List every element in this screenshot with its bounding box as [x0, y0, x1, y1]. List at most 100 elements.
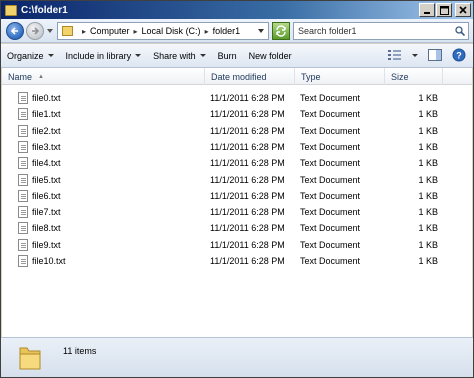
file-size: 1 KB	[418, 174, 438, 185]
breadcrumb-folder1[interactable]: folder1	[213, 26, 241, 36]
text-file-icon	[18, 140, 28, 153]
file-row[interactable]: file1.txt 11/1/2011 6:28 PM Text Document 1…	[2, 106, 472, 122]
window-controls	[418, 3, 471, 17]
file-name: file2.txt	[32, 125, 61, 136]
share-with-menu[interactable]: Share with	[147, 46, 212, 66]
chevron-right-icon[interactable]: ▸	[205, 27, 209, 36]
chevron-down-icon	[199, 54, 206, 57]
file-row[interactable]: file10.txt 11/1/2011 6:28 PM Text Document…	[2, 253, 472, 269]
include-in-library-label: Include in library	[65, 50, 132, 61]
file-row[interactable]: file4.txt 11/1/2011 6:28 PM Text Document 1…	[2, 155, 472, 171]
file-date-modified: 11/1/2011 6:28 PM	[210, 190, 285, 201]
view-list-icon	[388, 50, 401, 60]
file-size: 1 KB	[418, 256, 438, 266]
preview-pane-button[interactable]	[427, 47, 443, 63]
change-view-button[interactable]	[387, 47, 403, 63]
file-name: file7.txt	[32, 207, 61, 218]
column-header-size[interactable]: Size	[385, 68, 443, 85]
organize-menu[interactable]: Organize	[1, 46, 60, 66]
file-date-modified: 11/1/2011 6:28 PM	[210, 223, 285, 234]
file-row[interactable]: file2.txt 11/1/2011 6:28 PM Text Document 1…	[2, 123, 472, 139]
burn-label: Burn	[217, 50, 237, 61]
text-file-icon	[18, 189, 28, 202]
title-bar[interactable]: C:\folder1	[1, 1, 473, 19]
chevron-down-icon	[135, 54, 142, 57]
file-type: Text Document	[300, 93, 361, 103]
file-row[interactable]: file7.txt 11/1/2011 6:28 PM Text Document 1…	[2, 204, 472, 220]
explorer-window: C:\folder1 ▸ Computer ▸ Local Disk (C:) …	[0, 0, 474, 378]
file-type: Text Document	[300, 223, 361, 234]
file-name: file8.txt	[32, 223, 61, 234]
search-box[interactable]	[293, 22, 469, 40]
recent-pages-dropdown[interactable]	[47, 29, 53, 33]
column-header-date-modified[interactable]: Date modified	[205, 68, 295, 85]
column-header-type[interactable]: Type	[295, 68, 385, 85]
chevron-down-icon	[47, 54, 54, 57]
text-file-icon	[18, 157, 28, 170]
file-row[interactable]: file9.txt 11/1/2011 6:28 PM Text Document 1…	[2, 237, 472, 253]
chevron-down-icon	[412, 53, 418, 57]
window-title: C:\folder1	[21, 4, 68, 16]
file-size: 1 KB	[418, 239, 438, 250]
file-date-modified: 11/1/2011 6:28 PM	[210, 239, 285, 250]
new-folder-button[interactable]: New folder	[243, 46, 298, 66]
file-date-modified: 11/1/2011 6:28 PM	[210, 109, 285, 120]
arrow-left-icon	[10, 27, 18, 35]
forward-button[interactable]	[26, 22, 44, 40]
text-file-icon	[18, 92, 28, 104]
chevron-right-icon[interactable]: ▸	[82, 27, 86, 36]
column-type-label: Type	[301, 71, 321, 82]
status-bar: 11 items	[1, 337, 473, 377]
file-name: file3.txt	[32, 141, 61, 152]
file-type: Text Document	[300, 207, 361, 218]
chevron-right-icon[interactable]: ▸	[134, 27, 138, 36]
file-date-modified: 11/1/2011 6:28 PM	[210, 174, 285, 185]
sort-ascending-icon: ▲	[38, 73, 44, 80]
minimize-button[interactable]	[419, 3, 435, 17]
file-size: 1 KB	[418, 141, 438, 152]
file-row[interactable]: file8.txt 11/1/2011 6:28 PM Text Document 1…	[2, 220, 472, 236]
include-in-library-menu[interactable]: Include in library	[60, 46, 148, 66]
view-controls: ?	[387, 47, 467, 63]
file-type: Text Document	[300, 141, 361, 152]
file-size: 1 KB	[418, 125, 438, 136]
refresh-button[interactable]	[272, 22, 290, 40]
breadcrumb-computer[interactable]: Computer	[90, 26, 130, 36]
back-button[interactable]	[6, 22, 24, 40]
column-name-label: Name	[8, 71, 33, 82]
breadcrumb-local-disk[interactable]: Local Disk (C:)	[142, 26, 201, 36]
item-count: 11 items	[63, 346, 97, 356]
column-date-label: Date modified	[211, 71, 267, 82]
help-button[interactable]: ?	[451, 47, 467, 63]
file-row[interactable]: file5.txt 11/1/2011 6:28 PM Text Document 1…	[2, 172, 472, 188]
file-type: Text Document	[300, 125, 361, 136]
share-with-label: Share with	[153, 50, 196, 61]
file-type: Text Document	[300, 239, 361, 250]
arrow-right-icon	[32, 27, 40, 35]
text-file-icon	[18, 173, 28, 186]
close-button[interactable]	[455, 3, 471, 17]
file-date-modified: 11/1/2011 6:28 PM	[210, 93, 285, 103]
file-row[interactable]: file6.txt 11/1/2011 6:28 PM Text Document 1…	[2, 188, 472, 204]
burn-button[interactable]: Burn	[212, 46, 243, 66]
view-options-dropdown[interactable]	[411, 47, 419, 63]
address-dropdown-button[interactable]	[258, 29, 264, 33]
search-icon[interactable]	[455, 26, 465, 36]
file-name: file5.txt	[32, 174, 61, 185]
maximize-icon	[439, 5, 449, 15]
file-type: Text Document	[300, 158, 361, 169]
folder-icon	[62, 26, 73, 36]
file-row[interactable]: file0.txt 11/1/2011 6:28 PM Text Document 1…	[2, 90, 472, 106]
address-bar[interactable]: ▸ Computer ▸ Local Disk (C:) ▸ folder1	[57, 22, 269, 40]
file-date-modified: 11/1/2011 6:28 PM	[210, 141, 285, 152]
column-header-name[interactable]: Name ▲	[2, 68, 205, 85]
maximize-button[interactable]	[436, 3, 452, 17]
file-size: 1 KB	[418, 223, 438, 234]
file-type: Text Document	[300, 256, 361, 266]
file-row[interactable]: file3.txt 11/1/2011 6:28 PM Text Document 1…	[2, 139, 472, 155]
file-size: 1 KB	[418, 109, 438, 120]
search-input[interactable]	[298, 26, 448, 36]
file-name: file10.txt	[32, 256, 66, 266]
file-name: file0.txt	[32, 93, 61, 103]
column-size-label: Size	[391, 71, 409, 82]
